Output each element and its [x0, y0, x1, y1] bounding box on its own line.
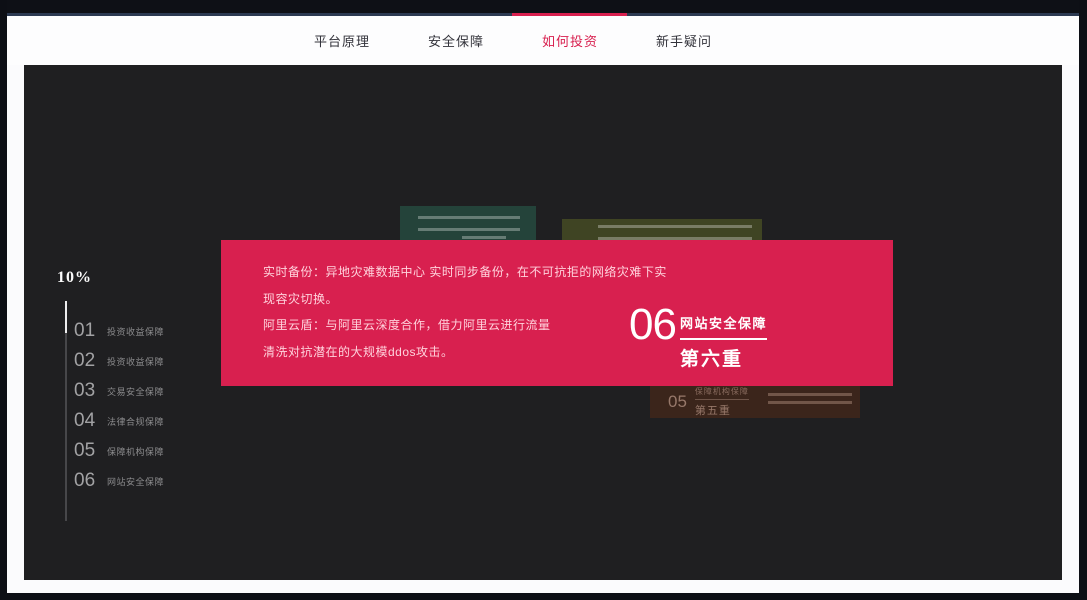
slide-body-text: 实时备份：异地灾难数据中心 实时同步备份，在不可抗拒的网络灾难下实 现容灾切换。… — [263, 259, 667, 365]
slide-body-line: 清洗对抗潜在的大规模ddos攻击。 — [263, 344, 454, 359]
blurred-text-lines — [598, 225, 752, 240]
rate-label: 10% — [57, 269, 92, 286]
item-number: 02 — [74, 350, 96, 371]
tab-how-to-invest[interactable]: 如何投资 — [542, 31, 598, 50]
slide-body-line: 现容灾切换。 — [263, 291, 339, 306]
tab-platform-principle[interactable]: 平台原理 — [314, 31, 370, 50]
card-number: 05 — [668, 391, 687, 411]
blurred-text-lines — [768, 393, 852, 409]
active-slide-card: 实时备份：异地灾难数据中心 实时同步备份，在不可抗拒的网络灾难下实 现容灾切换。… — [221, 240, 893, 386]
progress-marker — [65, 301, 67, 333]
tab-nav: 平台原理 安全保障 如何投资 新手疑问 — [7, 16, 1079, 65]
sidebar-item-invest-return-2[interactable]: 02 投资收益保障 — [74, 346, 164, 376]
slide-subtitle: 第六重 — [680, 349, 744, 370]
slide-body-line: 实时备份：异地灾难数据中心 实时同步备份，在不可抗拒的网络灾难下实 — [263, 265, 667, 279]
item-number: 04 — [74, 410, 96, 431]
bottom-edge-strip — [0, 593, 1087, 600]
item-number: 05 — [74, 440, 96, 461]
card-title-group: 保障机构保障 第五重 — [694, 386, 749, 418]
item-label: 法律合规保障 — [107, 416, 165, 427]
progress-track — [65, 301, 67, 521]
slide-title-group: 网站安全保障 第六重 — [680, 313, 768, 371]
guarantee-menu: 01 投资收益保障 02 投资收益保障 03 交易安全保障 04 法律合规保障 … — [74, 316, 164, 496]
guarantee-carousel-section: 10% 01 投资收益保障 02 投资收益保障 03 交易安全保障 04 法律合… — [24, 65, 1062, 580]
item-label: 投资收益保障 — [107, 356, 165, 367]
slide-body-line: 阿里云盾：与阿里云深度合作，借力阿里云进行流量 — [263, 318, 551, 332]
sidebar-item-website-security[interactable]: 06 网站安全保障 — [74, 466, 164, 496]
item-number: 03 — [74, 380, 96, 401]
item-label: 保障机构保障 — [107, 446, 165, 457]
sidebar-item-legal-compliance[interactable]: 04 法律合规保障 — [74, 406, 164, 436]
sidebar-item-invest-return-1[interactable]: 01 投资收益保障 — [74, 316, 164, 346]
page: 平台原理 安全保障 如何投资 新手疑问 10% 01 投资收益保障 02 投资收… — [0, 0, 1087, 600]
slide-number: 06 — [629, 300, 677, 349]
right-edge-strip — [1079, 0, 1087, 600]
item-label: 交易安全保障 — [107, 386, 165, 397]
left-edge-strip — [0, 0, 7, 600]
blurred-text-lines — [418, 216, 520, 231]
card-subtitle: 第五重 — [694, 404, 731, 417]
carousel-card-prev-05: 05 保障机构保障 第五重 — [650, 385, 860, 418]
slide-title: 网站安全保障 — [680, 313, 768, 340]
sidebar-item-trade-security[interactable]: 03 交易安全保障 — [74, 376, 164, 406]
card-title: 保障机构保障 — [694, 386, 749, 400]
item-label: 网站安全保障 — [107, 476, 165, 487]
tab-security-guarantee[interactable]: 安全保障 — [428, 31, 484, 50]
active-tab-indicator — [512, 13, 627, 16]
tab-newbie-questions[interactable]: 新手疑问 — [656, 31, 712, 50]
item-number: 01 — [74, 320, 96, 341]
item-number: 06 — [74, 470, 96, 491]
sidebar-item-guarantee-institution[interactable]: 05 保障机构保障 — [74, 436, 164, 466]
item-label: 投资收益保障 — [107, 326, 165, 337]
